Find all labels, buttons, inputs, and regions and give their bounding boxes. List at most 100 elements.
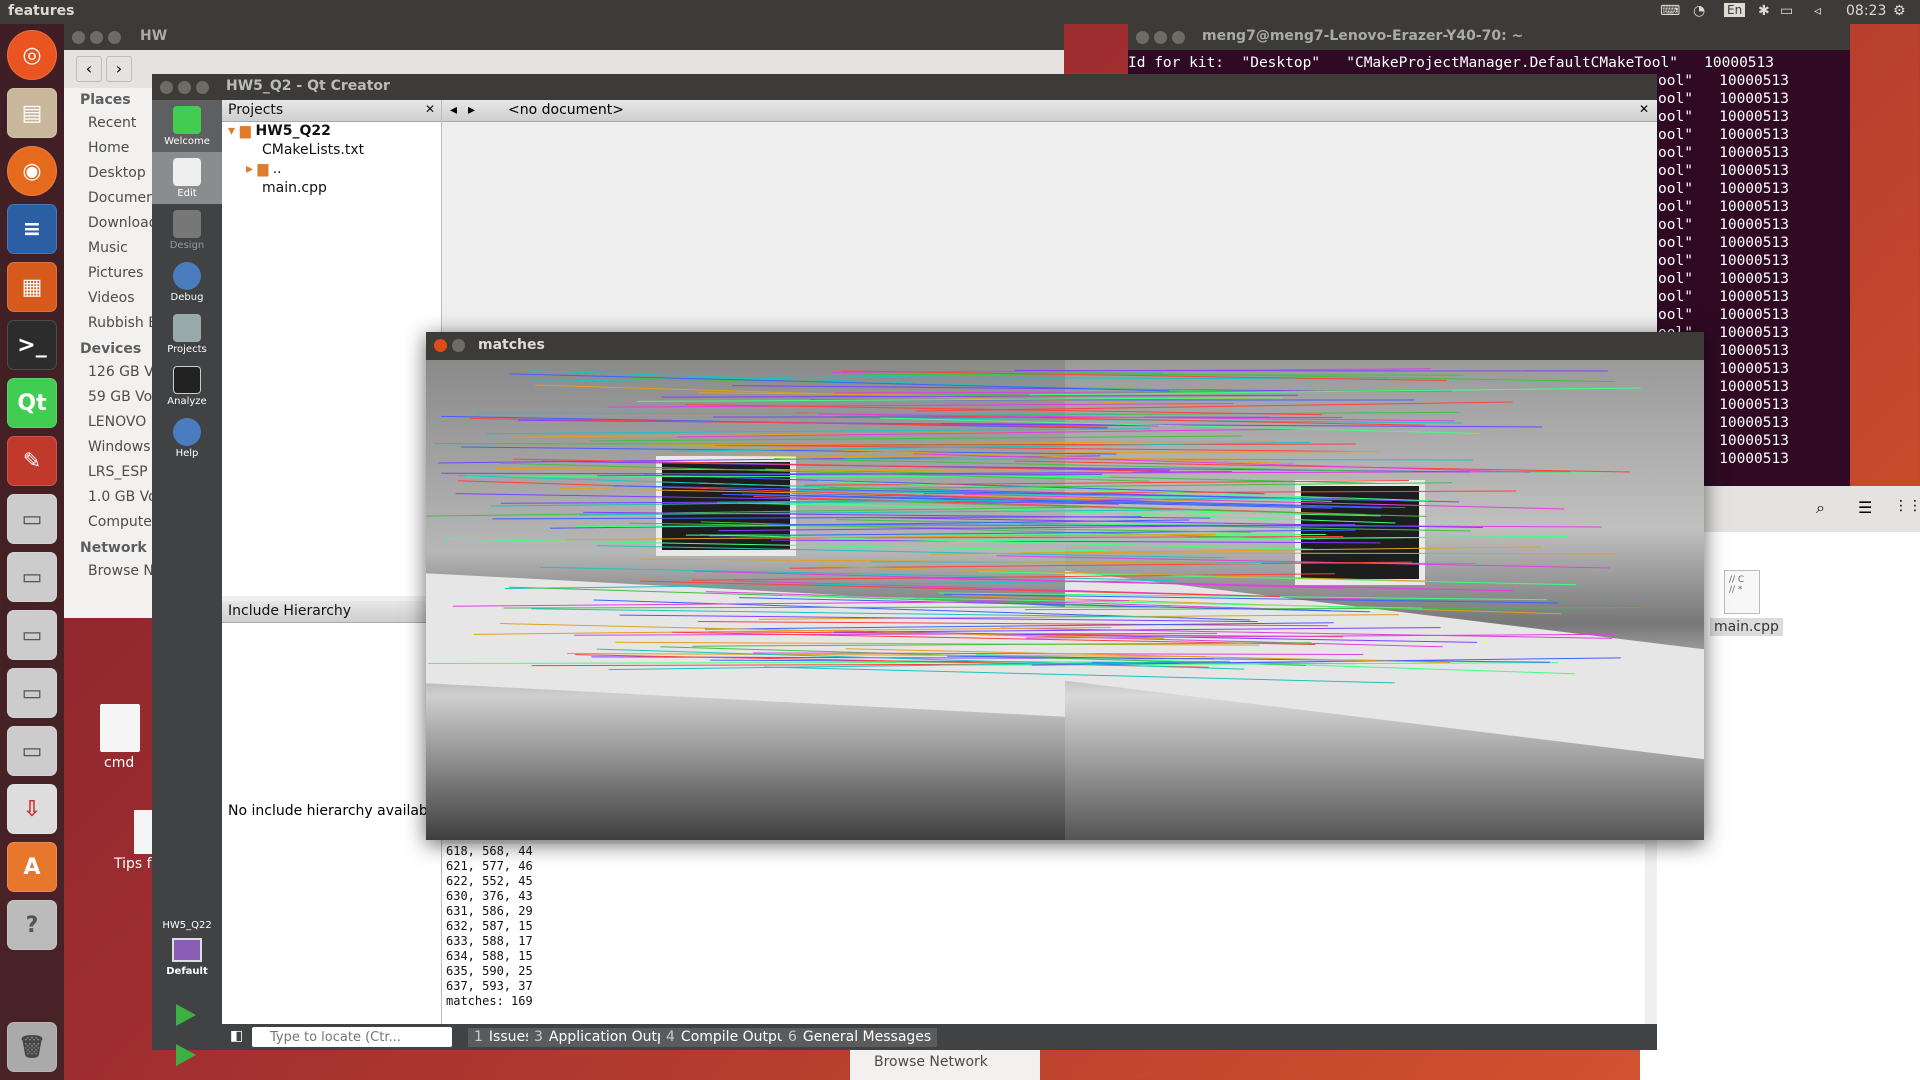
help-icon[interactable]: ?: [7, 900, 57, 950]
drive-icon[interactable]: ▭: [7, 552, 57, 602]
ubuntu-dash-icon[interactable]: ◎: [7, 30, 57, 80]
usb-drive-icon[interactable]: ⇩: [7, 784, 57, 834]
close-button[interactable]: [72, 31, 85, 44]
drive-icon[interactable]: ▭: [7, 610, 57, 660]
sidebar-toggle-icon[interactable]: ◧: [230, 1028, 243, 1044]
desktop-icon-label[interactable]: Tips f: [114, 856, 152, 872]
terminal-icon[interactable]: >_: [7, 320, 57, 370]
tree-item-main-cpp[interactable]: main.cpp: [222, 179, 441, 198]
close-button[interactable]: [434, 339, 447, 352]
battery-icon[interactable]: ▭: [1780, 3, 1793, 19]
tree-item-cmakelists[interactable]: CMakeLists.txt: [222, 141, 441, 160]
tree-item-parent-folder[interactable]: ▸ ▆ ..: [222, 160, 441, 179]
mode-projects[interactable]: Projects: [152, 308, 222, 360]
grid-view-icon[interactable]: ⋮⋮: [1894, 498, 1920, 514]
locator-input[interactable]: [252, 1027, 452, 1047]
sidebar-item-device[interactable]: LRS_ESP: [64, 461, 154, 486]
browse-network-item[interactable]: Browse Network: [850, 1048, 1040, 1080]
include-hierarchy-header[interactable]: Include Hierarchy: [222, 601, 441, 623]
clock[interactable]: 08:23: [1846, 3, 1886, 19]
matches-window[interactable]: matches: [426, 332, 1704, 840]
volume-icon[interactable]: ◃: [1814, 3, 1821, 19]
kit-monitor-icon[interactable]: [172, 938, 202, 962]
menu-icon[interactable]: ☰: [1858, 498, 1872, 517]
minimize-button[interactable]: [178, 81, 191, 94]
bluetooth-icon[interactable]: ✱: [1758, 3, 1770, 19]
tab-compile-output[interactable]: 4 Compile Output: [660, 1028, 798, 1047]
mode-welcome[interactable]: Welcome: [152, 100, 222, 152]
file-icon[interactable]: [100, 704, 140, 752]
sidebar-item-device[interactable]: 1.0 GB Volume: [64, 486, 154, 511]
maximize-button[interactable]: [1172, 31, 1185, 44]
file-icon[interactable]: [134, 810, 154, 854]
document-selector[interactable]: <no document>: [508, 102, 728, 118]
firefox-icon[interactable]: ◉: [7, 146, 57, 196]
minimize-button[interactable]: [1154, 31, 1167, 44]
sidebar-item-videos[interactable]: Videos: [64, 287, 154, 312]
maximize-button[interactable]: [108, 31, 121, 44]
drive-icon[interactable]: ▭: [7, 668, 57, 718]
mode-debug[interactable]: Debug: [152, 256, 222, 308]
output-line: 618, 568, 44: [446, 844, 533, 858]
mode-design[interactable]: Design: [152, 204, 222, 256]
sidebar-item-rubbish[interactable]: Rubbish Bin: [64, 312, 154, 337]
trash-icon[interactable]: 🗑: [7, 1022, 57, 1072]
file-label[interactable]: main.cpp: [1710, 618, 1783, 636]
window-title: HW5_Q2 - Qt Creator: [226, 78, 390, 94]
sidebar-item-device[interactable]: LENOVO: [64, 411, 154, 436]
design-icon: [173, 210, 201, 238]
debug-run-icon[interactable]: [176, 1044, 196, 1066]
wifi-icon[interactable]: ◔: [1693, 3, 1705, 19]
close-button[interactable]: [160, 81, 173, 94]
sidebar-item-documents[interactable]: Documents: [64, 187, 154, 212]
minimize-button[interactable]: [452, 339, 465, 352]
sidebar-item-music[interactable]: Music: [64, 237, 154, 262]
keyboard-layout-indicator[interactable]: En: [1724, 3, 1746, 17]
drive-icon[interactable]: ▭: [7, 494, 57, 544]
search-icon[interactable]: ⌕: [1816, 498, 1825, 518]
close-icon[interactable]: ✕: [425, 102, 435, 116]
desktop-icon-label[interactable]: cmd: [104, 755, 134, 771]
mode-help[interactable]: Help: [152, 412, 222, 464]
forward-icon[interactable]: ›: [106, 56, 132, 82]
qt-creator-icon[interactable]: Qt: [7, 378, 57, 428]
sidebar-item-browse-network[interactable]: Browse Network: [64, 560, 154, 585]
back-icon[interactable]: ‹: [76, 56, 102, 82]
projects-pane: Projects ✕ ▾ ▆ HW5_Q22 CMakeLists.txt ▸ …: [222, 100, 442, 596]
gear-icon[interactable]: ⚙: [1893, 3, 1906, 19]
tree-root[interactable]: ▾ ▆ HW5_Q22: [222, 122, 441, 141]
keyboard-icon[interactable]: ⌨: [1660, 3, 1680, 19]
writer-icon[interactable]: ≡: [7, 204, 57, 254]
mode-edit[interactable]: Edit: [152, 152, 222, 204]
impress-icon[interactable]: ▦: [7, 262, 57, 312]
projects-selector[interactable]: Projects: [228, 102, 283, 118]
cpp-file-icon[interactable]: // C// *: [1724, 570, 1760, 614]
close-button[interactable]: [1136, 31, 1149, 44]
sidebar-item-device[interactable]: 126 GB Volume: [64, 361, 154, 386]
close-icon[interactable]: ✕: [1639, 102, 1649, 116]
application-output[interactable]: 618, 568, 44 621, 577, 46 622, 552, 45 630,…: [442, 844, 1645, 1024]
sidebar-item-device[interactable]: Computer: [64, 511, 154, 536]
sidebar-item-downloads[interactable]: Downloads: [64, 212, 154, 237]
drive-icon[interactable]: ▭: [7, 726, 57, 776]
files-icon[interactable]: ▤: [7, 88, 57, 138]
terminal-line: ool" 10000513: [1658, 217, 1789, 233]
forward-icon[interactable]: ▸: [468, 102, 475, 118]
settings-icon[interactable]: ✎: [7, 436, 57, 486]
mode-analyze[interactable]: Analyze: [152, 360, 222, 412]
devices-header: Devices: [80, 341, 142, 357]
sidebar-item-recent[interactable]: Recent: [64, 112, 154, 137]
tab-general-messages[interactable]: 6 General Messages: [782, 1028, 938, 1047]
sidebar-item-home[interactable]: Home: [64, 137, 154, 162]
sidebar-item-pictures[interactable]: Pictures: [64, 262, 154, 287]
back-icon[interactable]: ◂: [450, 102, 457, 118]
match-line: [500, 462, 1150, 482]
sidebar-item-device[interactable]: 59 GB Volume: [64, 386, 154, 411]
maximize-button[interactable]: [196, 81, 209, 94]
sidebar-item-desktop[interactable]: Desktop: [64, 162, 154, 187]
sidebar-item-device[interactable]: Windows: [64, 436, 154, 461]
software-center-icon[interactable]: A: [7, 842, 57, 892]
run-icon[interactable]: [176, 1004, 196, 1026]
match-line: [503, 606, 1171, 609]
minimize-button[interactable]: [90, 31, 103, 44]
